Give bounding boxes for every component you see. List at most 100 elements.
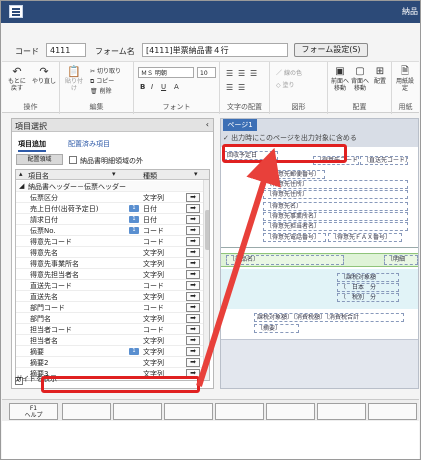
field-fax[interactable]: 〔得意先ＦＡＸ番号〕: [328, 233, 402, 242]
add-item-arrow-icon[interactable]: ➡: [186, 292, 200, 301]
item-row[interactable]: 得意先名 文字列 ➡: [16, 247, 203, 258]
form-name-input[interactable]: [4111]単票納品書４行: [142, 43, 288, 57]
code-input[interactable]: 4111: [46, 43, 86, 57]
item-row[interactable]: 担当者名 文字列 ➡: [16, 335, 203, 346]
cut-button[interactable]: ✂ 切り取り: [90, 66, 121, 75]
field-subtotal[interactable]: 〔課税対象額: [337, 273, 399, 282]
bold-button[interactable]: B: [140, 83, 145, 91]
exclude-detail-checkbox[interactable]: [69, 156, 77, 164]
fill-icon: ◇: [276, 82, 281, 89]
f4-button[interactable]: [164, 403, 213, 420]
paste-button[interactable]: 📋 貼り付け: [63, 66, 85, 93]
tab-page1[interactable]: ページ1: [223, 119, 257, 131]
item-row[interactable]: 摘要2 文字列 ➡: [16, 357, 203, 368]
copy-button[interactable]: ⧉ コピー: [90, 76, 114, 86]
field-memo[interactable]: 〔摘要〕: [254, 324, 299, 333]
item-row[interactable]: 得意先コード コード ➡: [16, 236, 203, 247]
underline-button[interactable]: U: [161, 83, 166, 91]
field-address2[interactable]: 〔得意先住所〕: [263, 190, 408, 199]
valign-middle-icon[interactable]: ☰: [238, 83, 245, 92]
field-zip[interactable]: 〔得意先郵便番号〕: [263, 170, 325, 179]
font-name-select[interactable]: ＭＳ 明朝: [138, 67, 194, 78]
field-address1[interactable]: 〔得意先住所〕: [263, 180, 408, 189]
item-row[interactable]: 部門コード コード ➡: [16, 302, 203, 313]
add-item-arrow-icon[interactable]: ➡: [186, 215, 200, 224]
add-item-arrow-icon[interactable]: ➡: [186, 248, 200, 257]
type-filter-icon[interactable]: ▾: [194, 170, 198, 178]
field-bottom-tax[interactable]: 課税対象額〕〔消費税額〕〔消費税合計: [254, 313, 404, 322]
form-settings-button[interactable]: フォーム設定(S): [294, 43, 368, 57]
item-row[interactable]: 請求日付 1 日付 ➡: [16, 214, 203, 225]
field-tel[interactable]: 〔得意先電話番号〕: [263, 233, 326, 242]
field-item-name[interactable]: 〔商品名〕: [226, 255, 344, 265]
font-size-select[interactable]: 10: [197, 67, 216, 78]
add-item-arrow-icon[interactable]: ➡: [186, 336, 200, 345]
align-left-icon[interactable]: ☰: [226, 69, 233, 78]
send-back-button[interactable]: ▢ 背面へ移動: [350, 66, 370, 92]
font-color-icon[interactable]: A: [174, 83, 179, 91]
bring-front-button[interactable]: ▣ 前面へ移動: [330, 66, 350, 92]
add-item-arrow-icon[interactable]: ➡: [186, 226, 200, 235]
design-canvas[interactable]: 回収予定日 〔得意先コード〕 〔直送先コード〕 〔得意先郵便番号〕 〔得意先住所…: [221, 147, 418, 388]
add-item-arrow-icon[interactable]: ➡: [186, 314, 200, 323]
add-item-arrow-icon[interactable]: ➡: [186, 193, 200, 202]
placement-area-button[interactable]: 配置領域: [16, 154, 63, 165]
add-item-arrow-icon[interactable]: ➡: [186, 237, 200, 246]
f7-button[interactable]: [317, 403, 366, 420]
add-item-arrow-icon[interactable]: ➡: [186, 204, 200, 213]
name-filter-icon[interactable]: ▾: [112, 170, 116, 178]
add-item-arrow-icon[interactable]: ➡: [186, 259, 200, 268]
align-objects-button[interactable]: ⊞ 配置: [371, 66, 389, 85]
scroll-thumb[interactable]: [205, 210, 209, 250]
f8-button[interactable]: [368, 403, 417, 420]
item-row[interactable]: 伝票区分 文字列 ➡: [16, 192, 203, 203]
item-row[interactable]: 直送先名 文字列 ➡: [16, 291, 203, 302]
f1-help-button[interactable]: F1 ヘルプ: [9, 403, 58, 420]
expand-icon[interactable]: ◢: [19, 182, 24, 190]
item-row[interactable]: 担当者コード コード ➡: [16, 324, 203, 335]
redo-button[interactable]: ↷ やり直し: [32, 66, 56, 86]
group-header-row[interactable]: ◢ 納品書ヘッダー－伝票ヘッダー: [16, 181, 203, 192]
field-detail[interactable]: 〔明細: [384, 255, 418, 265]
item-row[interactable]: 伝票No. 1 コード ➡: [16, 225, 203, 236]
add-item-arrow-icon[interactable]: ➡: [186, 358, 200, 367]
add-item-arrow-icon[interactable]: ➡: [186, 303, 200, 312]
italic-button[interactable]: I: [151, 83, 153, 91]
item-row[interactable]: 直送先コード コード ➡: [16, 280, 203, 291]
field-person-name[interactable]: 〔得意先担当者名〕: [263, 222, 408, 231]
field-delivery-code[interactable]: 〔直送先コード〕: [360, 156, 408, 165]
item-row[interactable]: 摘要 1 文字列 ➡: [16, 346, 203, 357]
tab-add-item[interactable]: 項目追加: [18, 139, 46, 152]
item-row[interactable]: 部門名 文字列 ➡: [16, 313, 203, 324]
paper-settings-button[interactable]: 🗎 用紙設定: [394, 66, 416, 92]
align-center-icon[interactable]: ☰: [238, 69, 245, 78]
field-tax-japan[interactable]: （ 日本 分: [337, 283, 399, 292]
page-output-option[interactable]: ✓ 出力時にこのページを出力対象に含める: [223, 133, 357, 143]
f6-button[interactable]: [266, 403, 315, 420]
section-divider: [221, 247, 418, 248]
undo-button[interactable]: ↶ もとに戻す: [6, 66, 28, 93]
item-row[interactable]: 得意先担当者名 文字列 ➡: [16, 269, 203, 280]
f5-button[interactable]: [215, 403, 264, 420]
item-row[interactable]: 売上日付(出荷予定日) 1 日付 ➡: [16, 203, 203, 214]
field-customer-name[interactable]: 〔得意先名〕: [263, 202, 408, 211]
add-item-arrow-icon[interactable]: ➡: [186, 347, 200, 356]
collapse-chevron-icon[interactable]: ‹: [206, 120, 209, 129]
add-item-arrow-icon[interactable]: ➡: [186, 281, 200, 290]
add-item-arrow-icon[interactable]: ➡: [186, 325, 200, 334]
col-header-type: 種類: [143, 172, 157, 180]
field-tax-excl[interactable]: （ 税別 分: [337, 293, 399, 302]
add-item-arrow-icon[interactable]: ➡: [186, 270, 200, 279]
field-office-name[interactable]: 〔得意先事業所名〕: [263, 212, 408, 221]
align-right-icon[interactable]: ☰: [250, 69, 257, 78]
tab-placed-items[interactable]: 配置済み項目: [68, 139, 110, 149]
valign-top-icon[interactable]: ☰: [226, 83, 233, 92]
line-color-button[interactable]: ／ 線の色: [276, 68, 302, 77]
delete-button[interactable]: 🗑 削除: [90, 86, 112, 95]
f3-button[interactable]: [113, 403, 162, 420]
grid-scrollbar[interactable]: [203, 180, 209, 380]
item-row[interactable]: 得意先事業所名 文字列 ➡: [16, 258, 203, 269]
fill-button[interactable]: ◇ 塗り: [276, 80, 295, 89]
f2-button[interactable]: [62, 403, 111, 420]
fill-label: 塗り: [282, 82, 295, 89]
